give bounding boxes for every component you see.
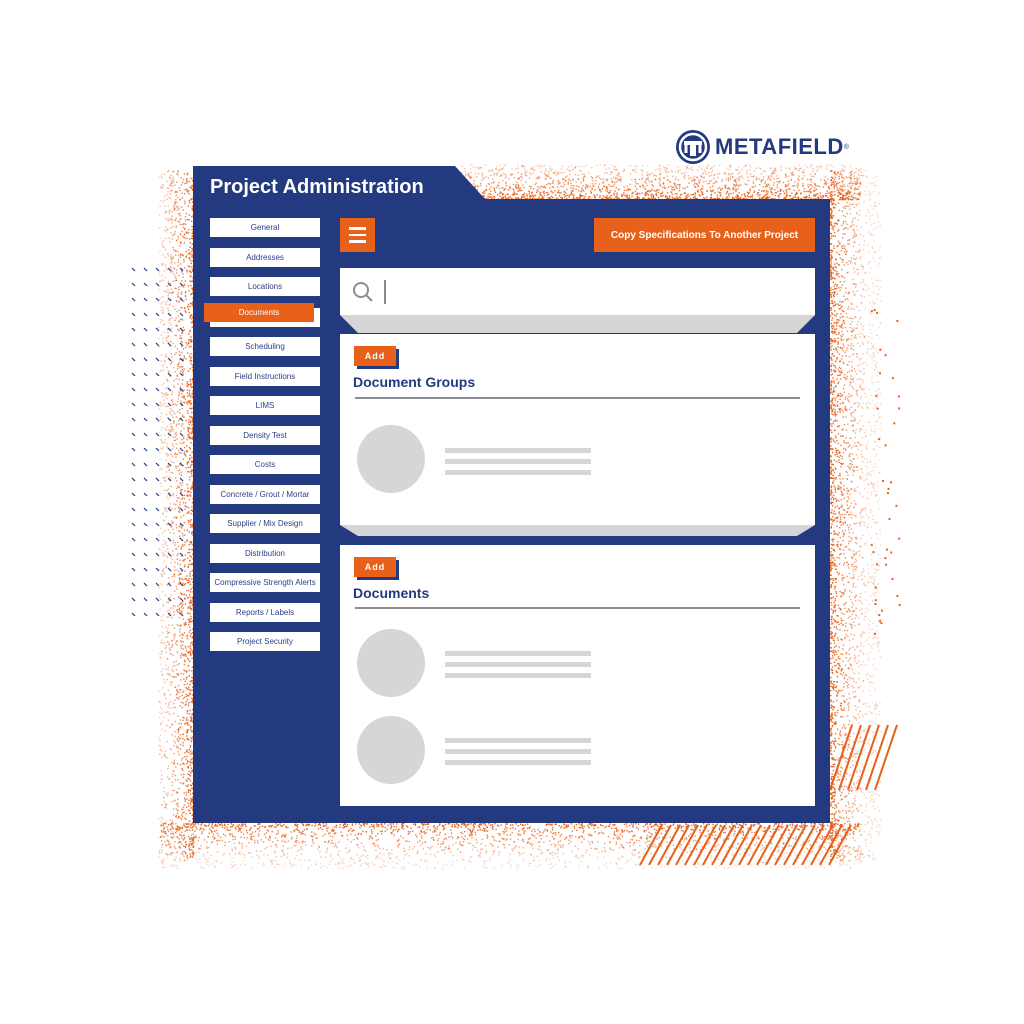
page-title: Project Administration <box>210 176 424 198</box>
registered-mark: ® <box>843 143 849 151</box>
copy-specifications-button[interactable]: Copy Specifications To Another Project <box>594 218 815 252</box>
avatar-placeholder <box>357 716 425 784</box>
search-bevel-decoration <box>340 315 815 333</box>
list-item-placeholder[interactable] <box>357 425 657 495</box>
divider <box>355 607 800 609</box>
add-document-button[interactable]: Add <box>354 557 396 577</box>
hamburger-menu-button[interactable] <box>340 218 375 252</box>
sidebar-item-distribution[interactable]: Distribution <box>210 544 320 563</box>
text-line-placeholder <box>445 673 591 678</box>
document-groups-panel: Add Document Groups <box>340 334 815 525</box>
metafield-logo-icon <box>676 130 710 164</box>
search-icon <box>353 282 373 302</box>
search-input[interactable] <box>340 268 815 315</box>
avatar-placeholder <box>357 425 425 493</box>
sidebar-item-addresses[interactable]: Addresses <box>210 248 320 267</box>
avatar-placeholder <box>357 629 425 697</box>
sidebar-item-density-test[interactable]: Density Test <box>210 426 320 445</box>
text-line-placeholder <box>445 760 591 765</box>
sidebar-item-scheduling[interactable]: Scheduling <box>210 337 320 356</box>
documents-title: Documents <box>353 585 430 601</box>
sidebar-item-supplier-mix-design[interactable]: Supplier / Mix Design <box>210 514 320 533</box>
sidebar-item-project-security[interactable]: Project Security <box>210 632 320 651</box>
sidebar-item-reports-labels[interactable]: Reports / Labels <box>210 603 320 622</box>
documents-panel: Add Documents <box>340 545 815 806</box>
text-line-placeholder <box>445 651 591 656</box>
sidebar-item-compressive-strength-alerts[interactable]: Compressive Strength Alerts <box>210 573 320 592</box>
text-line-placeholder <box>445 459 591 464</box>
metafield-logo: METAFIELD ® <box>676 129 849 165</box>
list-item-placeholder[interactable] <box>357 716 657 786</box>
sidebar-item-concrete-grout-mortar[interactable]: Concrete / Grout / Mortar <box>210 485 320 504</box>
sidebar-item-lims[interactable]: LIMS <box>210 396 320 415</box>
sidebar-item-general[interactable]: General <box>210 218 320 237</box>
text-line-placeholder <box>445 738 591 743</box>
list-item-placeholder[interactable] <box>357 629 657 699</box>
hamburger-menu-icon-bar <box>349 233 366 237</box>
panel-bevel-decoration <box>340 525 815 536</box>
text-line-placeholder <box>445 662 591 667</box>
brand-name: METAFIELD <box>715 134 844 159</box>
add-document-group-button[interactable]: Add <box>354 346 396 366</box>
text-cursor <box>384 280 386 304</box>
text-line-placeholder <box>445 470 591 475</box>
divider <box>355 397 800 399</box>
hamburger-menu-icon-bar <box>349 240 366 243</box>
sidebar-item-costs[interactable]: Costs <box>210 455 320 474</box>
sidebar-item-field-instructions[interactable]: Field Instructions <box>210 367 320 386</box>
sidebar-item-documents[interactable]: Documents <box>204 303 314 322</box>
sidebar-item-locations[interactable]: Locations <box>210 277 320 296</box>
text-line-placeholder <box>445 749 591 754</box>
document-groups-title: Document Groups <box>353 374 476 390</box>
hamburger-menu-icon-bar <box>349 227 366 230</box>
text-line-placeholder <box>445 448 591 453</box>
